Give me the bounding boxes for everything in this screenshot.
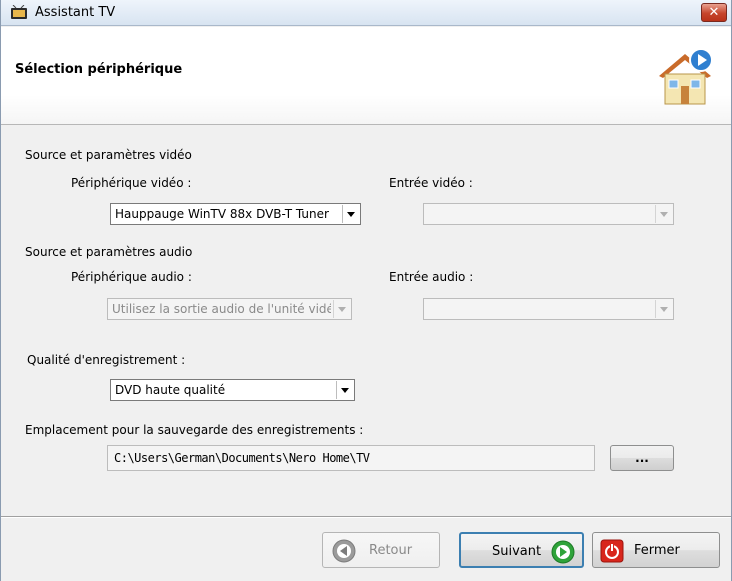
video-input-select[interactable] <box>423 203 674 225</box>
audio-input-label: Entrée audio : <box>389 270 474 284</box>
chevron-down-icon[interactable] <box>336 381 353 399</box>
next-button-label: Suivant <box>492 544 542 559</box>
video-section-label: Source et paramètres vidéo <box>25 148 192 162</box>
audio-input-select[interactable] <box>423 298 674 320</box>
video-device-value: Hauppauge WinTV 88x DVB-T Tuner <box>115 207 329 221</box>
quality-select[interactable]: DVD haute qualité <box>110 379 355 401</box>
close-icon: ✕ <box>708 5 720 20</box>
quality-label: Qualité d'enregistrement : <box>27 353 186 367</box>
back-button[interactable]: Retour <box>322 532 440 568</box>
audio-device-value: Utilisez la sortie audio de l'unité vidé… <box>112 302 331 316</box>
audio-device-label: Périphérique audio : <box>71 270 192 284</box>
save-path-value: C:\Users\German\Documents\Nero Home\TV <box>114 451 370 465</box>
location-label: Emplacement pour la sauvegarde des enreg… <box>25 423 364 437</box>
browse-button[interactable]: ... <box>610 445 674 471</box>
close-button[interactable]: Fermer <box>592 532 720 568</box>
chevron-down-icon[interactable] <box>342 205 359 223</box>
chevron-down-icon[interactable] <box>333 300 350 318</box>
video-device-label: Périphérique vidéo : <box>71 176 192 190</box>
audio-section-label: Source et paramètres audio <box>25 245 193 259</box>
window-close-button[interactable]: ✕ <box>701 3 727 22</box>
save-path-field[interactable]: C:\Users\German\Documents\Nero Home\TV <box>107 445 595 471</box>
audio-device-select[interactable]: Utilisez la sortie audio de l'unité vidé… <box>107 298 352 320</box>
house-play-icon <box>659 48 713 105</box>
video-device-select[interactable]: Hauppauge WinTV 88x DVB-T Tuner <box>110 203 361 225</box>
window-title: Assistant TV <box>35 5 116 20</box>
back-button-label: Retour <box>369 543 413 558</box>
wizard-header: Sélection périphérique <box>1 27 731 125</box>
browse-button-label: ... <box>635 451 649 465</box>
footer-divider <box>1 516 731 518</box>
page-title: Sélection périphérique <box>15 62 183 77</box>
assistant-tv-window: Assistant TV ✕ Sélection périphérique So… <box>0 0 732 581</box>
power-icon <box>600 539 624 563</box>
back-arrow-icon <box>332 539 356 563</box>
next-button[interactable]: Suivant <box>459 532 584 568</box>
next-arrow-icon <box>551 540 575 564</box>
video-input-label: Entrée vidéo : <box>389 176 473 190</box>
close-button-label: Fermer <box>634 543 680 558</box>
chevron-down-icon[interactable] <box>655 205 672 223</box>
chevron-down-icon[interactable] <box>655 300 672 318</box>
title-bar[interactable]: Assistant TV ✕ <box>1 0 731 26</box>
quality-value: DVD haute qualité <box>115 383 226 397</box>
tv-app-icon <box>11 5 27 19</box>
